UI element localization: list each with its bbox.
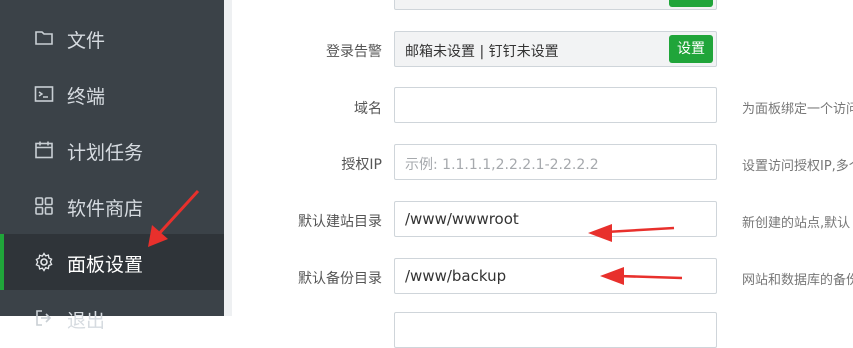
auth-ip-placeholder: 示例: 1.1.1.1,2.2.2.1-2.2.2.2	[405, 157, 599, 173]
sidebar-item-logout[interactable]: 退出	[0, 290, 224, 346]
sidebar-item-terminal[interactable]: 终端	[0, 66, 224, 122]
auth-ip-label: 授权IP	[341, 157, 382, 173]
sidebar-item-label: 计划任务	[67, 142, 144, 164]
site-dir-label: 默认建站目录	[298, 214, 382, 230]
sidebar-item-files[interactable]: 文件	[0, 10, 224, 66]
grid-icon	[34, 196, 54, 216]
calendar-icon	[34, 140, 54, 160]
partial-field	[394, 0, 717, 10]
sidebar: 文件 终端 计划任务 软件商店 面板设置 退出	[0, 0, 224, 332]
alert-value: 邮箱未设置 | 钉钉未设置	[405, 44, 559, 60]
alert-label: 登录告警	[326, 44, 382, 60]
gear-icon	[34, 252, 54, 272]
folder-icon	[34, 28, 54, 48]
sidebar-item-label: 软件商店	[67, 198, 144, 220]
backup-dir-hint: 网站和数据库的备份	[742, 273, 853, 288]
domain-label: 域名	[354, 101, 382, 117]
sidebar-item-label: 文件	[67, 30, 106, 52]
site-dir-value: /www/wwwroot	[405, 210, 519, 228]
domain-input[interactable]	[394, 87, 717, 123]
red-arrow-site-dir	[588, 224, 675, 242]
backup-dir-label: 默认备份目录	[298, 271, 382, 287]
alert-settings-button[interactable]: 设置	[669, 35, 713, 63]
site-dir-hint: 新创建的站点,默认	[742, 216, 851, 231]
red-arrow-backup-dir	[600, 267, 683, 285]
domain-hint: 为面板绑定一个访问域名	[742, 102, 853, 117]
sidebar-item-cron[interactable]: 计划任务	[0, 122, 224, 178]
auth-ip-input[interactable]: 示例: 1.1.1.1,2.2.2.1-2.2.2.2	[394, 144, 717, 180]
red-arrow-sidebar	[148, 189, 200, 247]
partial-field-bottom	[394, 312, 717, 348]
exit-icon	[34, 308, 54, 328]
terminal-icon	[34, 84, 54, 104]
auth-ip-hint: 设置访问授权IP,多个	[742, 159, 853, 174]
alert-field: 邮箱未设置 | 钉钉未设置 设置	[394, 31, 717, 67]
divider	[224, 0, 232, 316]
sidebar-item-label: 终端	[67, 86, 106, 108]
sidebar-item-label: 退出	[67, 310, 106, 332]
backup-dir-value: /www/backup	[405, 267, 507, 285]
partial-button[interactable]	[669, 0, 713, 7]
sidebar-item-label: 面板设置	[67, 254, 144, 276]
